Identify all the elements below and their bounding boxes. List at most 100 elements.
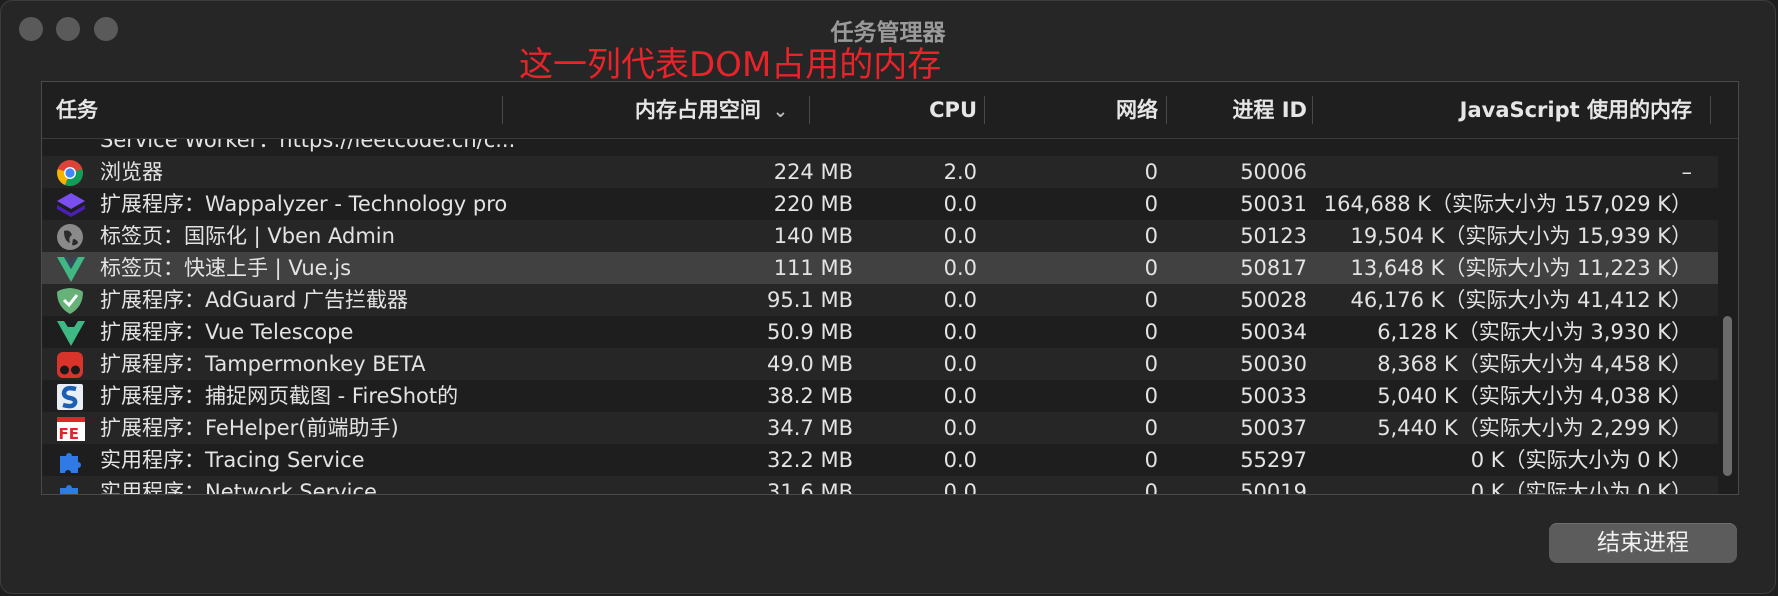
vue-telescope-icon [54,316,88,348]
memory-footprint: 220 MB [773,192,853,216]
task-name: 扩展程序：Tampermonkey BETA [100,352,426,376]
header-js-memory[interactable]: JavaScript 使用的内存 [1322,82,1692,138]
header-memory-label: 内存占用空间 [634,98,761,122]
js-memory: 0 K（实际大小为 0 K） [1470,480,1692,495]
js-memory: 5,040 K（实际大小为 4,038 K） [1377,384,1692,408]
table-row[interactable]: 扩展程序：捕捉网页截图 - FireShot的 38.2 MB 0.0 0 50033 5… [42,380,1718,412]
js-memory: 5,440 K（实际大小为 2,299 K） [1377,416,1692,440]
task-name: 扩展程序：FeHelper(前端助手) [100,416,399,440]
end-process-button[interactable]: 结束进程 [1549,523,1737,563]
cpu-usage: 0.0 [943,224,977,248]
memory-footprint: 140 MB [773,224,853,248]
puzzle-icon [54,476,88,494]
fehelper-icon: FE [54,412,88,444]
memory-footprint: 95.1 MB [767,288,853,312]
network-usage: 0 [1144,480,1158,495]
process-id: 50031 [1240,192,1307,216]
process-id: 50123 [1240,224,1307,248]
memory-footprint: 34.7 MB [767,416,853,440]
cpu-usage: 0.0 [943,320,977,344]
memory-footprint: 31.6 MB [767,480,853,495]
memory-footprint: 32.2 MB [767,448,853,472]
table-row[interactable]: FE 扩展程序：FeHelper(前端助手) 34.7 MB 0.0 0 50037 5,4… [42,412,1718,444]
process-rows: Service Worker：https://leetcode.cn/c... 浏… [42,124,1718,495]
globe-icon [54,220,88,252]
task-name: 扩展程序：Vue Telescope [100,320,354,344]
header-pid[interactable]: 进程 ID [1172,82,1307,138]
cpu-usage: 0.0 [943,480,977,495]
task-name: 实用程序：Network Service [100,480,377,495]
network-usage: 0 [1144,384,1158,408]
vue-icon [54,252,88,284]
table-row[interactable]: 扩展程序：Tampermonkey BETA 49.0 MB 0.0 0 50030 8,… [42,348,1718,380]
header-task[interactable]: 任务 [56,82,98,138]
cpu-usage: 0.0 [943,416,977,440]
network-usage: 0 [1144,416,1158,440]
table-header: 任务 内存占用空间 ⌄ CPU 网络 进程 ID JavaScript 使用的内存 [42,82,1738,139]
process-id: 50030 [1240,352,1307,376]
puzzle-icon [54,444,88,476]
js-memory: 6,128 K（实际大小为 3,930 K） [1377,320,1692,344]
cpu-usage: 0.0 [943,256,977,280]
js-memory: 0 K（实际大小为 0 K） [1470,448,1692,472]
cpu-usage: 0.0 [943,352,977,376]
table-row[interactable]: 实用程序：Tracing Service 32.2 MB 0.0 0 55297 0 K（… [42,444,1718,476]
scrollbar-thumb[interactable] [1723,316,1732,476]
vertical-scrollbar[interactable] [1718,138,1738,494]
cpu-usage: 0.0 [943,192,977,216]
js-memory: – [1681,160,1693,184]
table-row[interactable]: 标签页：快速上手 | Vue.js 111 MB 0.0 0 50817 13,648 K… [42,252,1718,284]
process-id: 50028 [1240,288,1307,312]
network-usage: 0 [1144,288,1158,312]
header-network[interactable]: 网络 [998,82,1158,138]
js-memory: 19,504 K（实际大小为 15,939 K） [1350,224,1692,248]
process-id: 50817 [1240,256,1307,280]
process-id: 50037 [1240,416,1307,440]
svg-text:FE: FE [59,425,80,443]
chrome-icon [54,156,88,188]
task-name: 浏览器 [100,160,163,184]
memory-footprint: 38.2 MB [767,384,853,408]
table-row[interactable]: 实用程序：Network Service 31.6 MB 0.0 0 50019 0 K（… [42,476,1718,495]
table-row[interactable]: 扩展程序：Wappalyzer - Technology pro 220 MB 0.… [42,188,1718,220]
process-id: 50006 [1240,160,1307,184]
cpu-usage: 0.0 [943,384,977,408]
table-row[interactable]: 扩展程序：Vue Telescope 50.9 MB 0.0 0 50034 6,128 … [42,316,1718,348]
table-row[interactable]: 浏览器 224 MB 2.0 0 50006 – [42,156,1718,188]
cpu-usage: 0.0 [943,448,977,472]
network-usage: 0 [1144,352,1158,376]
memory-footprint: 111 MB [773,256,853,280]
network-usage: 0 [1144,320,1158,344]
header-cpu[interactable]: CPU [822,82,977,138]
task-name: 扩展程序：AdGuard 广告拦截器 [100,288,409,312]
js-memory: 8,368 K（实际大小为 4,458 K） [1377,352,1692,376]
sort-descending-icon: ⌄ [772,101,788,122]
tampermonkey-icon [54,348,88,380]
process-id: 50019 [1240,480,1307,495]
task-name: 标签页：国际化 | Vben Admin [100,224,395,248]
cpu-usage: 0.0 [943,288,977,312]
memory-footprint: 50.9 MB [767,320,853,344]
task-name: 扩展程序：捕捉网页截图 - FireShot的 [100,384,459,408]
js-memory: 164,688 K（实际大小为 157,029 K） [1323,192,1692,216]
header-memory[interactable]: 内存占用空间 ⌄ [518,82,788,138]
js-memory: 13,648 K（实际大小为 11,223 K） [1350,256,1692,280]
task-name: 扩展程序：Wappalyzer - Technology pro [100,192,508,216]
network-usage: 0 [1144,256,1158,280]
js-memory: 46,176 K（实际大小为 41,412 K） [1350,288,1692,312]
network-usage: 0 [1144,160,1158,184]
network-usage: 0 [1144,192,1158,216]
annotation-text: 这一列代表DOM占用的内存 [519,45,942,85]
table-row[interactable]: 标签页：国际化 | Vben Admin 140 MB 0.0 0 50123 19,50… [42,220,1718,252]
process-table: Service Worker：https://leetcode.cn/c... 浏… [41,81,1739,495]
process-id: 55297 [1240,448,1307,472]
fireshot-icon [54,380,88,412]
process-id: 50034 [1240,320,1307,344]
adguard-icon [54,284,88,316]
network-usage: 0 [1144,448,1158,472]
memory-footprint: 224 MB [773,160,853,184]
cpu-usage: 2.0 [943,160,977,184]
task-name: 实用程序：Tracing Service [100,448,365,472]
table-row[interactable]: 扩展程序：AdGuard 广告拦截器 95.1 MB 0.0 0 50028 46,176… [42,284,1718,316]
process-id: 50033 [1240,384,1307,408]
